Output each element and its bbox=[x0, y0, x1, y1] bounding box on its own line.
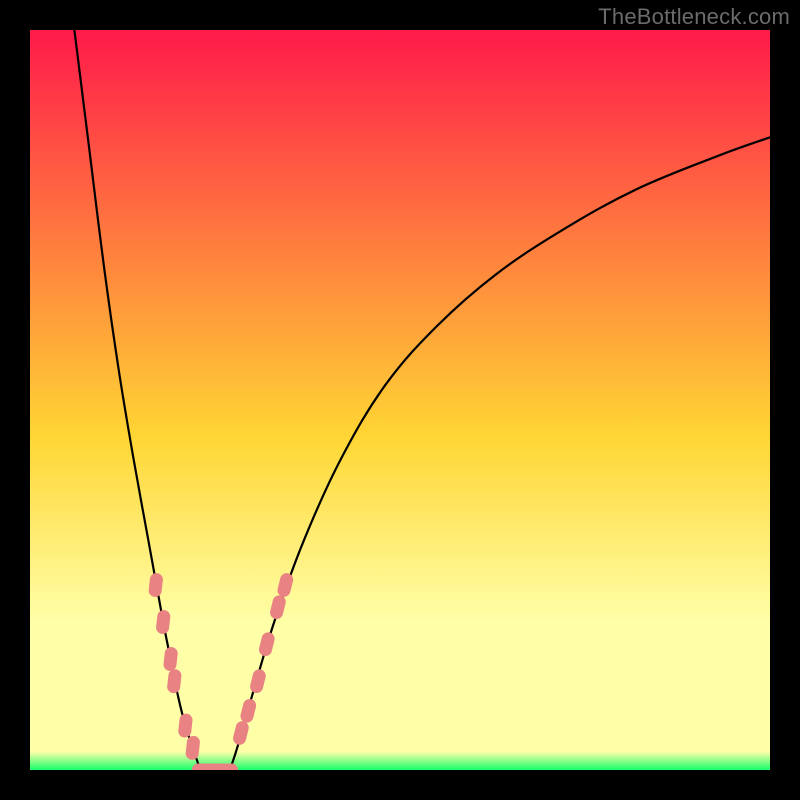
chart-svg bbox=[30, 30, 770, 770]
chart-background bbox=[30, 30, 770, 770]
chart-frame: TheBottleneck.com bbox=[0, 0, 800, 800]
marker-point bbox=[214, 764, 238, 771]
plot-area bbox=[30, 30, 770, 770]
watermark-text: TheBottleneck.com bbox=[598, 4, 790, 30]
